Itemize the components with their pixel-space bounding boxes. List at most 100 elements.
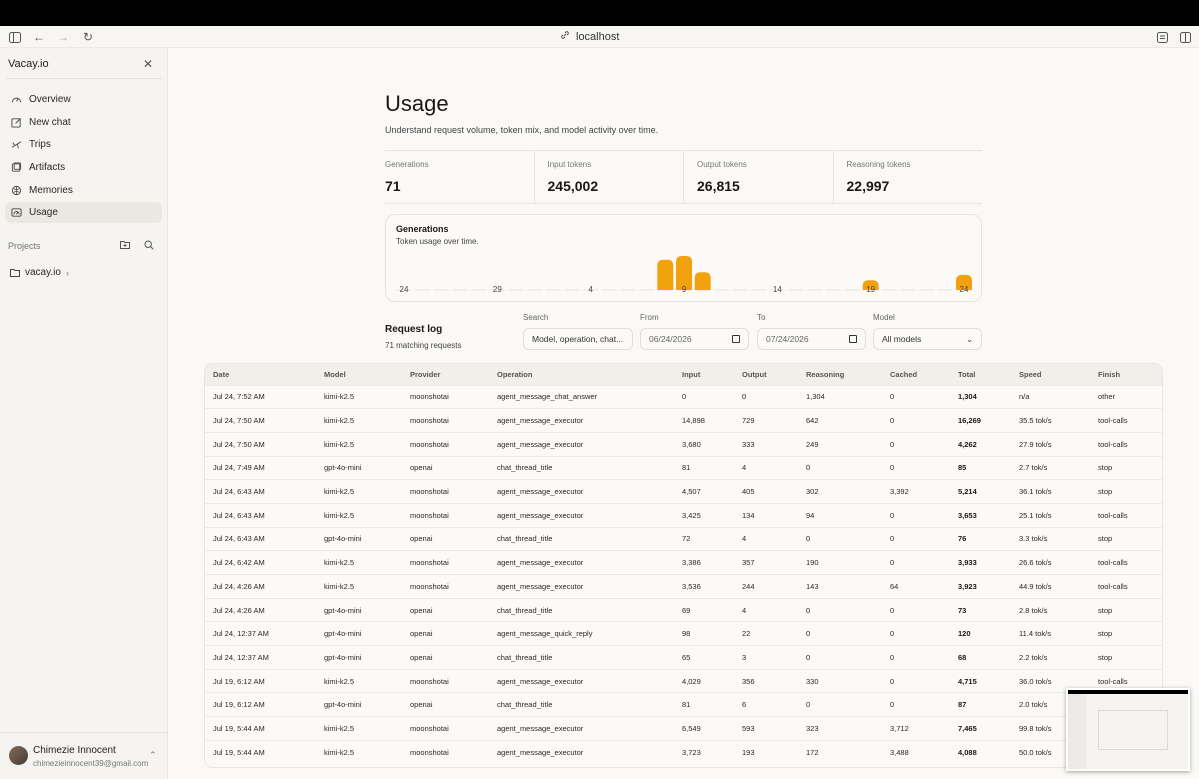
table-cell: agent_message_executor (489, 550, 674, 575)
sidebar-item-trips[interactable]: Trips (5, 134, 162, 155)
table-cell: 0 (798, 621, 882, 646)
column-header: Input (682, 369, 701, 379)
stat-value: 22,997 (846, 178, 890, 194)
close-sidebar-icon[interactable]: ✕ (143, 57, 153, 71)
table-row[interactable]: Jul 24, 6:43 AM kimi-k2.5 moonshotai agent_… (205, 479, 1162, 504)
back-arrow-icon[interactable]: ← (32, 30, 46, 44)
stat-value: 245,002 (547, 178, 599, 194)
table-row[interactable]: Jul 24, 12:37 AM gpt-4o-mini openai agent_m… (205, 621, 1162, 646)
stat-generations: Generations 71 (385, 151, 534, 203)
calendar-icon[interactable] (849, 335, 857, 343)
table-cell: kimi-k2.5 (316, 574, 402, 599)
x-tick-label: 24 (400, 285, 409, 294)
table-cell: 36.1 tok/s (1011, 479, 1090, 504)
table-cell: 5,214 (950, 479, 1011, 504)
table-row[interactable]: Jul 24, 7:49 AM gpt-4o-mini openai chat_thr… (205, 455, 1162, 480)
table-row[interactable]: Jul 19, 5:44 AM kimi-k2.5 moonshotai agent_… (205, 716, 1162, 741)
column-header: Finish (1098, 369, 1121, 379)
table-row[interactable]: Jul 19, 6:12 AM gpt-4o-mini openai chat_thr… (205, 692, 1162, 717)
table-cell: Jul 19, 5:44 AM (205, 716, 316, 741)
user-menu[interactable]: Chimezie Innocent chimezieinnocent39@gma… (0, 732, 168, 779)
from-label: From (640, 313, 659, 322)
reader-icon[interactable] (1155, 30, 1169, 44)
chart-bar[interactable] (657, 259, 674, 290)
table-cell: 0 (882, 502, 950, 528)
brain-icon (11, 185, 22, 195)
table-cell: agent_message_executor (489, 431, 674, 457)
forward-arrow-icon[interactable]: → (56, 30, 70, 44)
table-cell: agent_message_executor (489, 739, 674, 764)
table-row[interactable]: Jul 24, 6:42 AM kimi-k2.5 moonshotai agent_… (205, 550, 1162, 575)
sidebar-item-memories[interactable]: Memories (5, 180, 162, 201)
table-cell: 3,923 (950, 574, 1011, 599)
reload-icon[interactable]: ↻ (81, 30, 95, 44)
table-row[interactable]: Jul 24, 12:37 AM gpt-4o-mini openai chat_th… (205, 645, 1162, 670)
table-row[interactable]: Jul 24, 4:26 AM kimi-k2.5 moonshotai agent_… (205, 574, 1162, 599)
table-cell: Jul 24, 7:50 AM (205, 431, 316, 457)
calendar-icon[interactable] (732, 335, 740, 343)
sidebar-item-overview[interactable]: Overview (5, 89, 162, 110)
table-cell: kimi-k2.5 (316, 550, 402, 575)
table-cell: 4,715 (950, 668, 1011, 693)
table-row[interactable]: Jul 24, 7:50 AM kimi-k2.5 moonshotai agent_… (205, 408, 1162, 433)
search-input[interactable]: Model, operation, chat... (523, 328, 633, 350)
page-subtitle: Understand request volume, token mix, an… (385, 125, 659, 135)
table-row[interactable]: Jul 24, 4:26 AM gpt-4o-mini openai chat_thr… (205, 597, 1162, 622)
stat-output-tokens: Output tokens 26,815 (683, 151, 833, 203)
table-row[interactable]: Jul 24, 7:50 AM kimi-k2.5 moonshotai agent_… (205, 431, 1162, 457)
table-cell: kimi-k2.5 (316, 668, 402, 693)
table-cell: 4 (734, 455, 798, 480)
table-cell: 4 (734, 597, 798, 622)
table-row[interactable]: Jul 19, 6:12 AM kimi-k2.5 moonshotai agent_… (205, 668, 1162, 693)
column-header: Date (213, 369, 230, 379)
table-cell: 244 (734, 574, 798, 599)
from-date-input[interactable]: 06/24/2026 (640, 328, 749, 350)
table-cell: 593 (734, 716, 798, 741)
table-cell: agent_message_executor (489, 502, 674, 528)
search-label: Search (523, 313, 549, 322)
table-cell: Jul 24, 6:43 AM (205, 502, 316, 528)
table-cell: chat_thread_title (489, 692, 674, 717)
new-folder-icon[interactable] (120, 240, 130, 253)
table-cell: 26.6 tok/s (1011, 550, 1090, 575)
table-cell: Jul 19, 6:12 AM (205, 668, 316, 693)
sidebar-item-label: Artifacts (29, 162, 66, 174)
sidebar-item-artifacts[interactable]: Artifacts (5, 157, 162, 178)
model-select-value: All models (882, 334, 922, 344)
table-cell: tool-calls (1090, 431, 1162, 457)
table-row[interactable]: Jul 24, 6:43 AM gpt-4o-mini openai chat_thr… (205, 526, 1162, 551)
stat-label: Output tokens (697, 160, 747, 169)
table-cell: agent_message_executor (489, 668, 674, 693)
table-cell: 0 (882, 431, 950, 457)
table-cell: 4,262 (950, 431, 1011, 457)
screenshot-thumbnail[interactable] (1066, 688, 1190, 771)
chevron-up-down-icon: ⌃ (149, 750, 157, 760)
table-cell: 94 (798, 502, 882, 528)
sidebar-item-new-chat[interactable]: New chat (5, 112, 162, 133)
table-cell: moonshotai (402, 716, 489, 741)
table-cell: 302 (798, 479, 882, 504)
table-cell: kimi-k2.5 (316, 502, 402, 528)
model-select[interactable]: All models ⌄ (873, 328, 982, 350)
column-header: Output (742, 369, 767, 379)
sidebar-item-usage[interactable]: Usage (5, 202, 162, 224)
table-cell: gpt-4o-mini (316, 692, 402, 717)
table-cell: agent_message_executor (489, 408, 674, 433)
table-cell: stop (1090, 455, 1162, 480)
sidebar-toggle-icon[interactable] (8, 30, 22, 44)
address-bar[interactable]: localhost (560, 30, 619, 43)
sidebar-divider (6, 78, 162, 79)
table-cell: 3,536 (674, 574, 734, 599)
table-row[interactable]: Jul 19, 5:44 AM kimi-k2.5 moonshotai agent_… (205, 739, 1162, 764)
stat-label: Reasoning tokens (846, 160, 911, 169)
to-date-input[interactable]: 07/24/2026 (757, 328, 866, 350)
search-icon[interactable] (144, 240, 154, 253)
table-row[interactable]: Jul 24, 7:52 AM kimi-k2.5 moonshotai agent_… (205, 384, 1162, 409)
table-cell: 72 (674, 526, 734, 551)
chart-bar[interactable] (694, 272, 711, 290)
table-cell: Jul 24, 6:43 AM (205, 479, 316, 504)
project-item-vacay[interactable]: vacay.io › (10, 267, 69, 278)
table-row[interactable]: Jul 24, 6:43 AM kimi-k2.5 moonshotai agent_… (205, 502, 1162, 528)
split-view-icon[interactable] (1178, 30, 1192, 44)
x-tick-label: 4 (588, 285, 593, 294)
